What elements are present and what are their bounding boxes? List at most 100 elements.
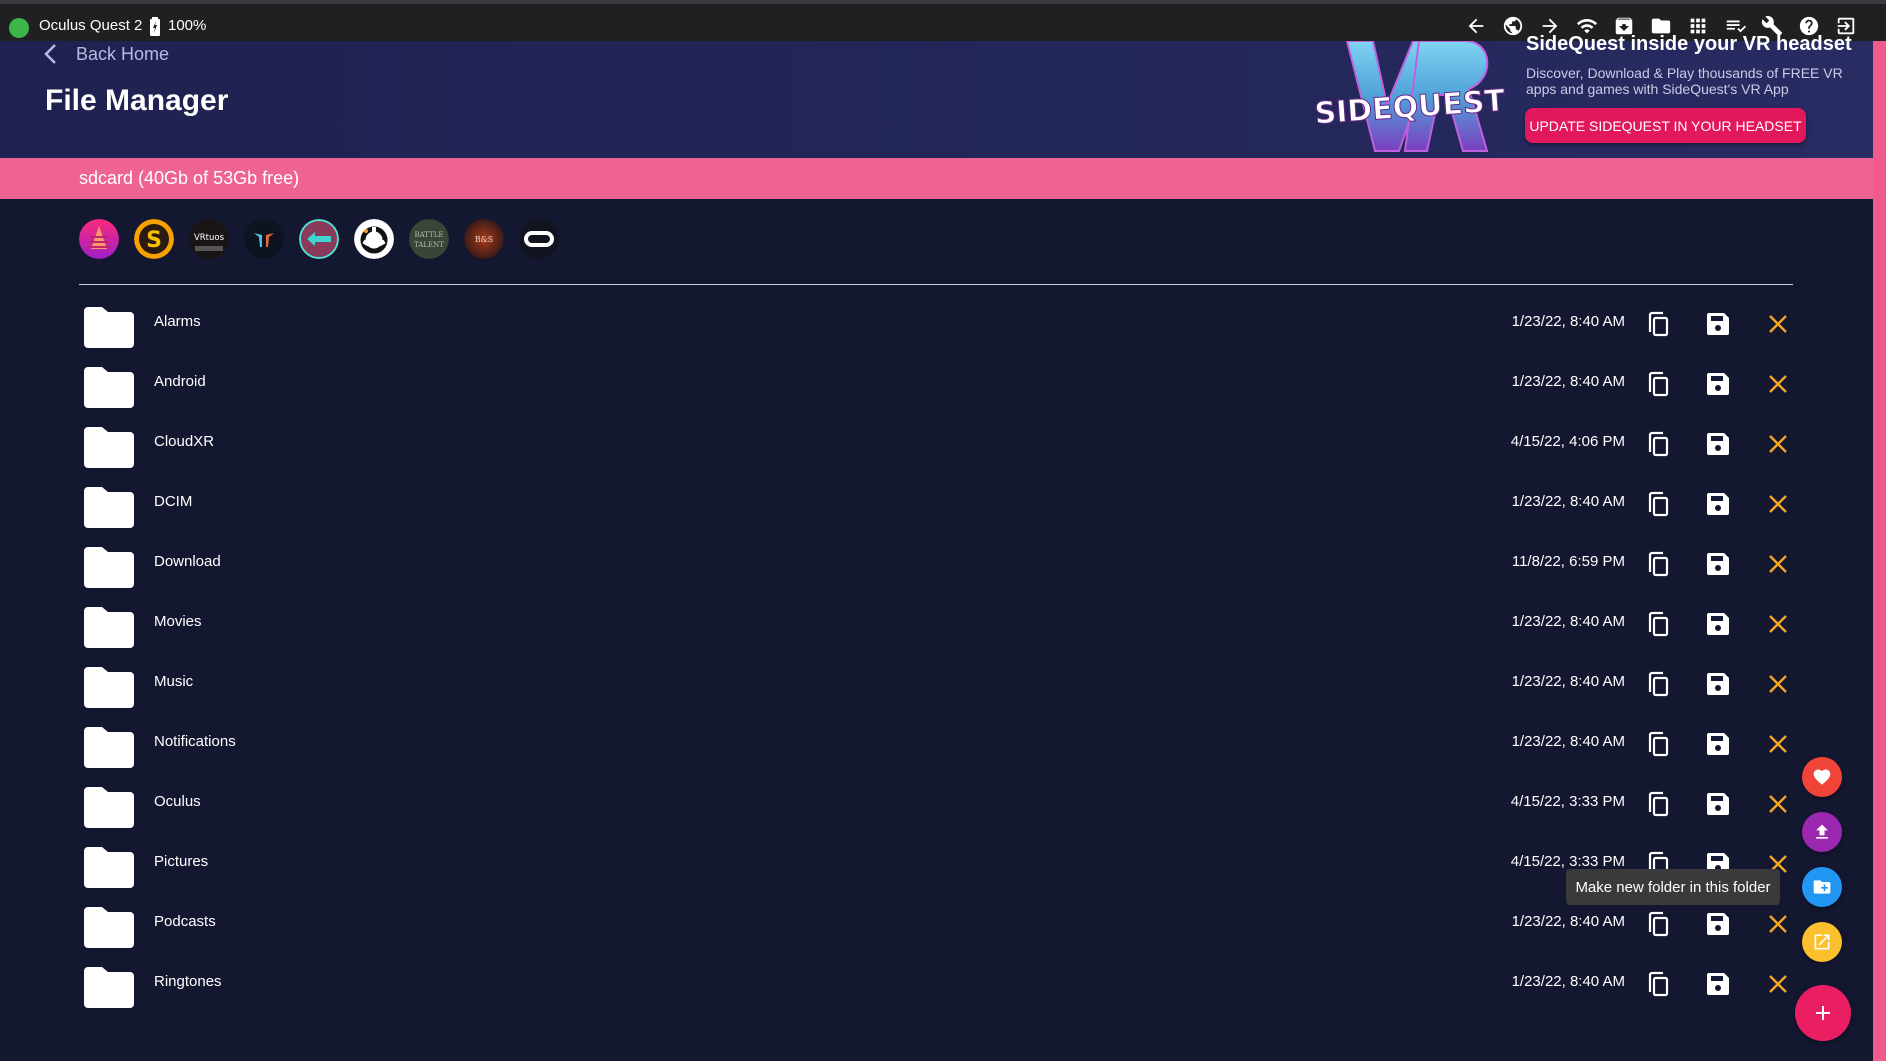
app-shortcut-1[interactable] — [79, 219, 119, 259]
copy-icon — [1648, 431, 1669, 457]
copy-icon — [1648, 371, 1669, 397]
folder-row[interactable]: Download 11/8/22, 6:59 PM — [0, 537, 1800, 597]
save-button[interactable] — [1703, 969, 1733, 999]
copy-button[interactable] — [1643, 729, 1673, 759]
save-icon — [1707, 673, 1729, 695]
copy-icon — [1648, 971, 1669, 997]
modified-date: 4/15/22, 3:33 PM — [1510, 853, 1625, 870]
folder-name[interactable]: Ringtones — [154, 973, 222, 990]
copy-icon — [1648, 311, 1669, 337]
app-shortcut-sidequest[interactable]: S — [134, 219, 174, 259]
folder-name[interactable]: Pictures — [154, 853, 208, 870]
delete-button[interactable] — [1763, 729, 1793, 759]
app-shortcut-bs[interactable]: B&S — [464, 219, 504, 259]
modified-date: 1/23/22, 8:40 AM — [1511, 493, 1625, 510]
close-icon — [1769, 915, 1787, 933]
folder-name[interactable]: Music — [154, 673, 193, 690]
save-button[interactable] — [1703, 309, 1733, 339]
plus-icon — [1816, 1006, 1830, 1020]
folder-row[interactable]: Pictures 4/15/22, 3:33 PM — [0, 837, 1800, 897]
folder-name[interactable]: Alarms — [154, 313, 201, 330]
modified-date: 1/23/22, 8:40 AM — [1511, 613, 1625, 630]
folder-name[interactable]: Download — [154, 553, 221, 570]
scrollbar[interactable] — [1873, 41, 1886, 1061]
save-button[interactable] — [1703, 549, 1733, 579]
copy-button[interactable] — [1643, 969, 1673, 999]
folder-row[interactable]: Music 1/23/22, 8:40 AM — [0, 657, 1800, 717]
folder-name[interactable]: Android — [154, 373, 206, 390]
folder-row[interactable]: Alarms 1/23/22, 8:40 AM — [0, 297, 1800, 357]
save-button[interactable] — [1703, 729, 1733, 759]
folder-row[interactable]: Ringtones 1/23/22, 8:40 AM — [0, 957, 1800, 1017]
folder-icon — [84, 307, 134, 348]
add-button[interactable] — [1795, 985, 1851, 1041]
copy-button[interactable] — [1643, 609, 1673, 639]
battery-charging-icon — [150, 17, 160, 36]
app-shortcut-oculus[interactable] — [519, 219, 559, 259]
copy-icon — [1648, 551, 1669, 577]
save-button[interactable] — [1703, 909, 1733, 939]
folder-row[interactable]: Notifications 1/23/22, 8:40 AM — [0, 717, 1800, 777]
delete-button[interactable] — [1763, 489, 1793, 519]
save-icon — [1707, 313, 1729, 335]
copy-button[interactable] — [1643, 789, 1673, 819]
folder-row[interactable]: CloudXR 4/15/22, 4:06 PM — [0, 417, 1800, 477]
copy-button[interactable] — [1643, 669, 1673, 699]
copy-button[interactable] — [1643, 549, 1673, 579]
close-icon — [1769, 435, 1787, 453]
open-external-button[interactable] — [1802, 922, 1842, 962]
folder-row[interactable]: Movies 1/23/22, 8:40 AM — [0, 597, 1800, 657]
save-icon — [1707, 493, 1729, 515]
folder-name[interactable]: Oculus — [154, 793, 201, 810]
tooltip: Make new folder in this folder — [1566, 869, 1780, 905]
folder-name[interactable]: Notifications — [154, 733, 236, 750]
folder-row[interactable]: Android 1/23/22, 8:40 AM — [0, 357, 1800, 417]
upload-button[interactable] — [1802, 812, 1842, 852]
app-shortcut-vrtuos[interactable]: VRtuos — [189, 219, 229, 259]
delete-button[interactable] — [1763, 309, 1793, 339]
folder-name[interactable]: DCIM — [154, 493, 192, 510]
delete-button[interactable] — [1763, 549, 1793, 579]
folder-name[interactable]: CloudXR — [154, 433, 214, 450]
back-home-link[interactable]: Back Home — [42, 43, 169, 65]
delete-button[interactable] — [1763, 789, 1793, 819]
delete-button[interactable] — [1763, 609, 1793, 639]
delete-button[interactable] — [1763, 909, 1793, 939]
copy-button[interactable] — [1643, 369, 1673, 399]
modified-date: 1/23/22, 8:40 AM — [1511, 973, 1625, 990]
delete-button[interactable] — [1763, 969, 1793, 999]
save-button[interactable] — [1703, 369, 1733, 399]
delete-button[interactable] — [1763, 669, 1793, 699]
update-sidequest-button[interactable]: UPDATE SIDEQUEST IN YOUR HEADSET — [1525, 108, 1806, 143]
app-shortcut-5[interactable] — [299, 219, 339, 259]
folder-row[interactable]: Oculus 4/15/22, 3:33 PM — [0, 777, 1800, 837]
copy-button[interactable] — [1643, 309, 1673, 339]
app-shortcut-battle-talent[interactable]: BATTLE TALENT — [409, 219, 449, 259]
back-arrow-icon[interactable] — [1463, 13, 1488, 38]
folder-name[interactable]: Podcasts — [154, 913, 216, 930]
copy-button[interactable] — [1643, 489, 1673, 519]
delete-button[interactable] — [1763, 369, 1793, 399]
save-button[interactable] — [1703, 789, 1733, 819]
save-button[interactable] — [1703, 429, 1733, 459]
save-icon — [1707, 373, 1729, 395]
save-button[interactable] — [1703, 489, 1733, 519]
save-button[interactable] — [1703, 609, 1733, 639]
folder-row[interactable]: DCIM 1/23/22, 8:40 AM — [0, 477, 1800, 537]
copy-icon — [1648, 491, 1669, 517]
copy-icon — [1648, 611, 1669, 637]
copy-button[interactable] — [1643, 429, 1673, 459]
delete-button[interactable] — [1763, 429, 1793, 459]
new-folder-button[interactable] — [1802, 867, 1842, 907]
folder-row[interactable]: Podcasts 1/23/22, 8:40 AM — [0, 897, 1800, 957]
app-shortcut-6[interactable] — [354, 219, 394, 259]
modified-date: 4/15/22, 3:33 PM — [1510, 793, 1625, 810]
copy-button[interactable] — [1643, 909, 1673, 939]
svg-text:B&S: B&S — [475, 235, 493, 244]
save-button[interactable] — [1703, 669, 1733, 699]
globe-icon[interactable] — [1500, 13, 1525, 38]
app-shortcut-4[interactable] — [244, 219, 284, 259]
favorite-button[interactable] — [1802, 757, 1842, 797]
folder-icon — [84, 727, 134, 768]
folder-name[interactable]: Movies — [154, 613, 202, 630]
